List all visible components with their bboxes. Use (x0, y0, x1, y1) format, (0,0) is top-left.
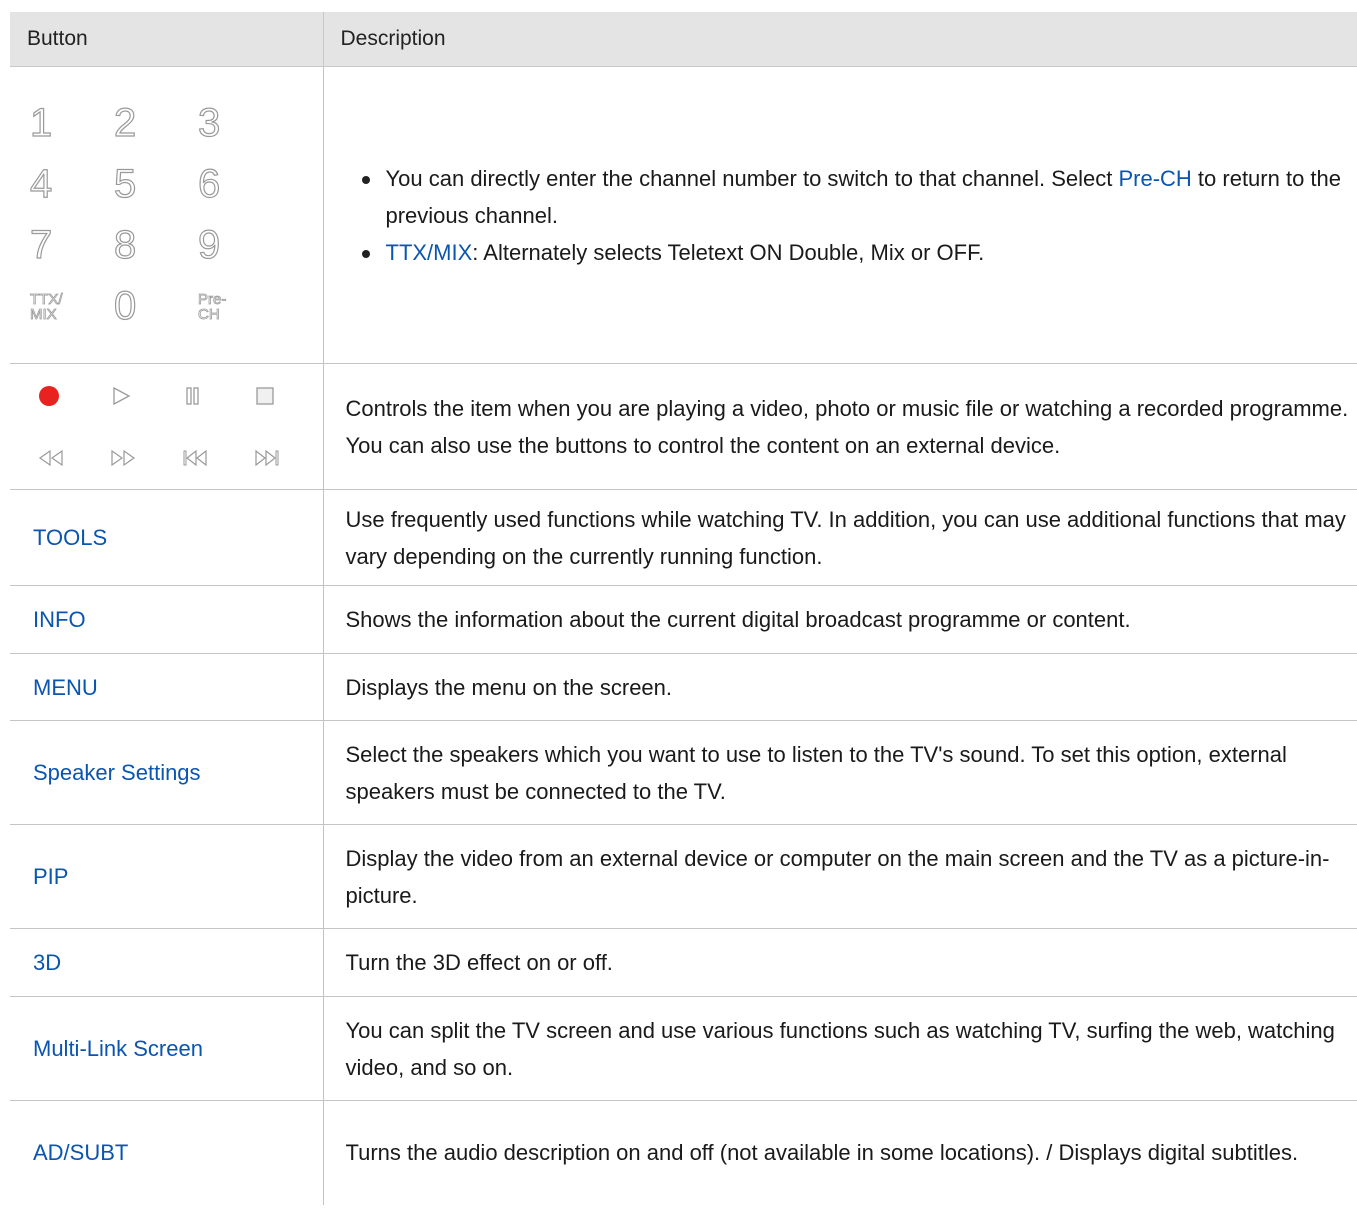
pause-icon (182, 378, 254, 414)
media-cell (10, 363, 324, 490)
ttx-mix-key: TTX/ MIX (30, 290, 63, 323)
table-row-info: INFO Shows the information about the cur… (10, 585, 1357, 654)
number-4-key: 4 (29, 162, 53, 206)
table-row-pip: PIP Display the video from an external d… (10, 824, 1357, 929)
header-description: Description (323, 12, 1357, 67)
table-row-speaker-settings: Speaker Settings Select the speakers whi… (10, 720, 1357, 825)
table-row-media: Controls the item when you are playing a… (10, 363, 1357, 490)
table-row-multi-link-screen: Multi-Link Screen You can split the TV s… (10, 996, 1357, 1101)
media-controls (38, 378, 322, 476)
header-button: Button (10, 12, 324, 67)
bullet-ttx-mix: TTX/MIX: Alternately selects Teletext ON… (361, 234, 1350, 271)
speaker-settings-button-label: Speaker Settings (33, 760, 201, 785)
pre-ch-key: Pre- CH (198, 290, 227, 323)
stop-icon (254, 378, 326, 414)
numpad-cell: 1 2 3 4 5 6 7 8 9 TTX/ MIX 0 Pre- CH (10, 66, 324, 364)
multi-link-screen-description: You can split the TV screen and use vari… (323, 996, 1357, 1101)
number-3-key: 3 (197, 101, 221, 145)
table-row-tools: TOOLS Use frequently used functions whil… (10, 489, 1357, 586)
bullet1-text-a: You can directly enter the channel numbe… (385, 165, 1119, 191)
number-1-key: 1 (29, 101, 53, 145)
media-description: Controls the item when you are playing a… (323, 363, 1357, 490)
table-row-numbers: 1 2 3 4 5 6 7 8 9 TTX/ MIX 0 Pre- CH You… (10, 66, 1357, 364)
pre-ch-link: Pre-CH (1118, 165, 1192, 191)
number-8-key: 8 (113, 223, 137, 267)
bullet-channel-number: You can directly enter the channel numbe… (361, 160, 1350, 234)
rewind-icon (38, 440, 110, 476)
play-icon (110, 378, 182, 414)
numpad-description: You can directly enter the channel numbe… (323, 66, 1357, 364)
number-2-key: 2 (113, 101, 137, 145)
bullet2-text: : Alternately selects Teletext ON Double… (472, 239, 985, 265)
table-row-3d: 3D Turn the 3D effect on or off. (10, 928, 1357, 997)
3d-button-label: 3D (33, 950, 62, 975)
remote-buttons-table: Button Description 1 2 3 4 5 6 7 8 9 TTX… (10, 12, 1357, 1205)
fast-forward-icon (110, 440, 182, 476)
number-7-key: 7 (29, 223, 53, 267)
menu-description: Displays the menu on the screen. (323, 653, 1357, 721)
number-5-key: 5 (113, 162, 137, 206)
number-6-key: 6 (197, 162, 221, 206)
tools-description: Use frequently used functions while watc… (323, 489, 1357, 586)
ad-subt-description: Turns the audio description on and off (… (345, 1140, 1299, 1166)
multi-link-screen-button-label: Multi-Link Screen (33, 1036, 203, 1061)
3d-description: Turn the 3D effect on or off. (323, 928, 1357, 997)
numpad: 1 2 3 4 5 6 7 8 9 TTX/ MIX 0 Pre- CH (29, 94, 322, 336)
info-description: Shows the information about the current … (323, 585, 1357, 654)
number-0-key: 0 (113, 284, 137, 328)
table-row-menu: MENU Displays the menu on the screen. (10, 653, 1357, 721)
ad-subt-button-label: AD/SUBT (33, 1140, 129, 1166)
skip-forward-icon (254, 440, 326, 476)
table-header-row: Button Description (10, 12, 1357, 67)
numpad-bullets: You can directly enter the channel numbe… (346, 160, 1350, 271)
pip-description: Display the video from an external devic… (323, 824, 1357, 929)
tools-button-label: TOOLS (33, 525, 108, 550)
speaker-settings-description: Select the speakers which you want to us… (323, 720, 1357, 825)
number-9-key: 9 (197, 223, 221, 267)
record-icon (38, 378, 110, 414)
pip-button-label: PIP (33, 864, 69, 889)
info-button-label: INFO (33, 607, 86, 632)
ttx-mix-link: TTX/MIX (385, 239, 473, 265)
menu-button-label: MENU (33, 674, 98, 700)
table-row-ad-subt: AD/SUBT Turns the audio description on a… (10, 1100, 1357, 1205)
skip-back-icon (182, 440, 254, 476)
